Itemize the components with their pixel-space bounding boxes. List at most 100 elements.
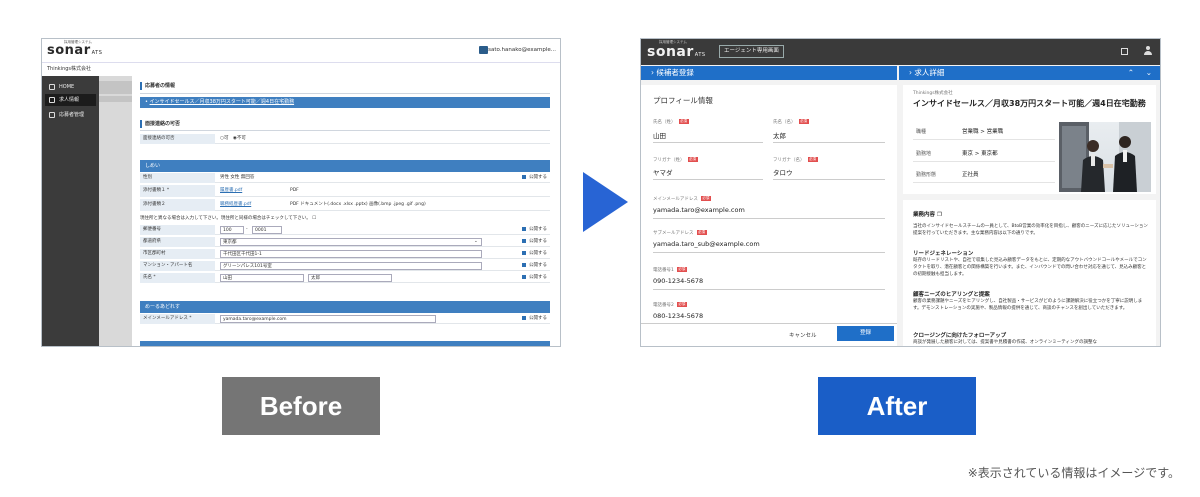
before-screenshot: 採用管理システム sonarATS sato.hanako@example...… xyxy=(41,38,561,347)
first-name-field[interactable]: 太郎 xyxy=(773,130,786,140)
submit-button[interactable]: 登録 xyxy=(837,326,894,341)
detail-value: 東京 > 東京都 xyxy=(962,151,998,157)
row-label: 氏名 * xyxy=(140,273,215,283)
description-text: 商談が発展した顧客に対しては、提案書や見積書の作成、オンラインミーティングの調整… xyxy=(913,340,1098,345)
before-header: 採用管理システム sonarATS sato.hanako@example... xyxy=(42,39,560,63)
panel-header-candidate[interactable]: › 候補者登録 xyxy=(641,66,897,80)
form-row: 氏名 * 山田 太郎 公開する xyxy=(140,273,550,283)
row-label: 添付書類２ xyxy=(140,199,215,211)
building-icon[interactable] xyxy=(1121,48,1128,55)
required-badge: 必須 xyxy=(676,302,687,307)
last-name-field[interactable]: 山田 xyxy=(653,130,666,140)
public-checkbox[interactable]: 公開する xyxy=(522,273,547,283)
email-input[interactable]: yamada.taro@example.com xyxy=(220,315,436,323)
public-checkbox[interactable]: 公開する xyxy=(522,249,547,259)
user-icon[interactable] xyxy=(1144,46,1152,56)
business-people-image xyxy=(1059,122,1151,192)
sub-email-field[interactable]: yamada.taro_sub@example.com xyxy=(653,240,760,248)
phone-2-field[interactable]: 080-1234-5678 xyxy=(653,312,703,320)
required-badge: 必須 xyxy=(687,157,698,162)
after-screenshot: 採用管理システム sonarATS エージェント専用画面 › 候補者登録 › 求… xyxy=(640,38,1161,347)
job-detail-row: 職種 営業職 > 営業職 xyxy=(913,124,1055,140)
city-input[interactable]: 千代田区千代田1-1 xyxy=(220,250,482,258)
gutter-tab[interactable] xyxy=(99,81,132,94)
field-label: 電話番号1 必須 xyxy=(653,267,687,273)
cancel-button[interactable]: キャンセル xyxy=(789,331,817,339)
required-badge: 必須 xyxy=(700,196,711,201)
job-link[interactable]: インサイドセールス／月収38万円スタート可能／週4日在宅勤務 xyxy=(150,99,295,105)
group-basic-bar: しめい xyxy=(140,160,550,172)
field-label: フリガナ（姓） 必須 xyxy=(653,157,698,163)
panel-header-job[interactable]: › 求人詳細 ⌃ ⌄ xyxy=(899,66,1160,80)
postal-code-1[interactable]: 100 xyxy=(220,226,244,234)
attachment-link[interactable]: 履歴書.pdf xyxy=(220,185,242,197)
panel-title: 求人詳細 xyxy=(914,68,945,77)
field-underline xyxy=(653,218,885,219)
gender-radios[interactable]: 男性 女性 無回答 xyxy=(220,173,254,183)
public-checkbox[interactable]: 公開する xyxy=(522,314,547,324)
after-logo-suffix: ATS xyxy=(694,52,706,58)
before-company[interactable]: Thinkings株式会社 xyxy=(47,65,91,72)
chevron-down-icon[interactable]: ⌄ xyxy=(1146,66,1152,80)
agent-screen-button[interactable]: エージェント専用画面 xyxy=(719,45,784,58)
last-name-kana-field[interactable]: ヤマダ xyxy=(653,167,673,177)
after-label: After xyxy=(818,377,976,435)
dash: - xyxy=(246,227,248,232)
field-underline xyxy=(653,179,763,180)
home-icon xyxy=(49,84,55,90)
description-heading: 業務内容 ❐ xyxy=(913,212,942,218)
arrow-right-icon xyxy=(583,172,628,232)
required-badge: 必須 xyxy=(696,230,707,235)
chevron-up-icon[interactable]: ⌃ xyxy=(1128,66,1134,80)
detail-label: 勤務形態 xyxy=(916,172,937,178)
form-row: マンション・アパート名 グリーンパレス101号室 公開する xyxy=(140,261,550,271)
field-underline xyxy=(653,142,763,143)
gutter-tab[interactable] xyxy=(99,96,132,102)
sidebar-item-label: HOME xyxy=(59,84,75,90)
divider xyxy=(140,130,550,131)
building-input[interactable]: グリーンパレス101号室 xyxy=(220,262,482,270)
public-checkbox[interactable]: 公開する xyxy=(522,261,547,271)
required-badge: 必須 xyxy=(678,119,689,124)
document-icon xyxy=(49,112,55,118)
sidebar-item-label: 応募者管理 xyxy=(59,112,85,118)
public-checkbox[interactable]: 公開する xyxy=(522,237,547,247)
chevron-down-icon: ⌄ xyxy=(474,239,478,244)
first-name-input[interactable]: 太郎 xyxy=(308,274,392,282)
group-email-bar: めーるあどれす xyxy=(140,301,550,313)
footer-divider xyxy=(641,323,897,324)
row-label: 性別 xyxy=(140,173,215,183)
phone-1-field[interactable]: 090-1234-5678 xyxy=(653,277,703,285)
after-logo[interactable]: sonarATS xyxy=(647,44,706,60)
last-name-input[interactable]: 山田 xyxy=(220,274,304,282)
form-row: 郵便番号 100 - 0001 公開する xyxy=(140,225,550,235)
attachment-link[interactable]: 職務経歴書.pdf xyxy=(220,199,251,211)
public-checkbox[interactable]: 公開する xyxy=(522,225,547,235)
prefecture-select[interactable]: 東京都 xyxy=(220,238,482,246)
form-row: メインメールアドレス * yamada.taro@example.com 公開す… xyxy=(140,314,550,324)
required-badge: 必須 xyxy=(807,157,818,162)
description-subheading: リードジェネレーション xyxy=(913,251,974,257)
form-row: 都道府県 東京都 ⌄ 公開する xyxy=(140,237,550,247)
main-email-field[interactable]: yamada.taro@example.com xyxy=(653,206,745,214)
row-label: メインメールアドレス * xyxy=(140,314,215,324)
before-gutter xyxy=(99,76,132,346)
form-row: 添付書類１ * 履歴書.pdf PDF xyxy=(140,185,550,197)
contact-options[interactable]: ○可 ◉不可 xyxy=(220,134,246,144)
copy-icon[interactable]: ❐ xyxy=(937,212,942,218)
field-underline xyxy=(773,179,885,180)
form-row: 添付書類２ 職務経歴書.pdf PDF ドキュメント(.docx .xlsx .… xyxy=(140,199,550,211)
form-row: 市区郡町村 千代田区千代田1-1 公開する xyxy=(140,249,550,259)
postal-code-2[interactable]: 0001 xyxy=(252,226,282,234)
sidebar-item-jobs[interactable]: 求人情報 xyxy=(45,94,96,106)
public-checkbox[interactable]: 公開する xyxy=(522,173,547,183)
before-user-email[interactable]: sato.hanako@example... xyxy=(488,47,556,53)
first-name-kana-field[interactable]: タロウ xyxy=(773,167,793,177)
same-address-checkbox[interactable]: ☐ xyxy=(312,216,316,221)
sidebar-item-applicants[interactable]: 応募者管理 xyxy=(45,109,96,121)
contact-row: 面接連絡の可否 ○可 ◉不可 xyxy=(140,134,550,144)
before-logo-suffix: ATS xyxy=(91,50,103,56)
section-applicant-heading: 応募者の情報 xyxy=(140,82,175,90)
before-logo[interactable]: sonarATS xyxy=(47,43,102,58)
sidebar-item-home[interactable]: HOME xyxy=(45,81,96,93)
